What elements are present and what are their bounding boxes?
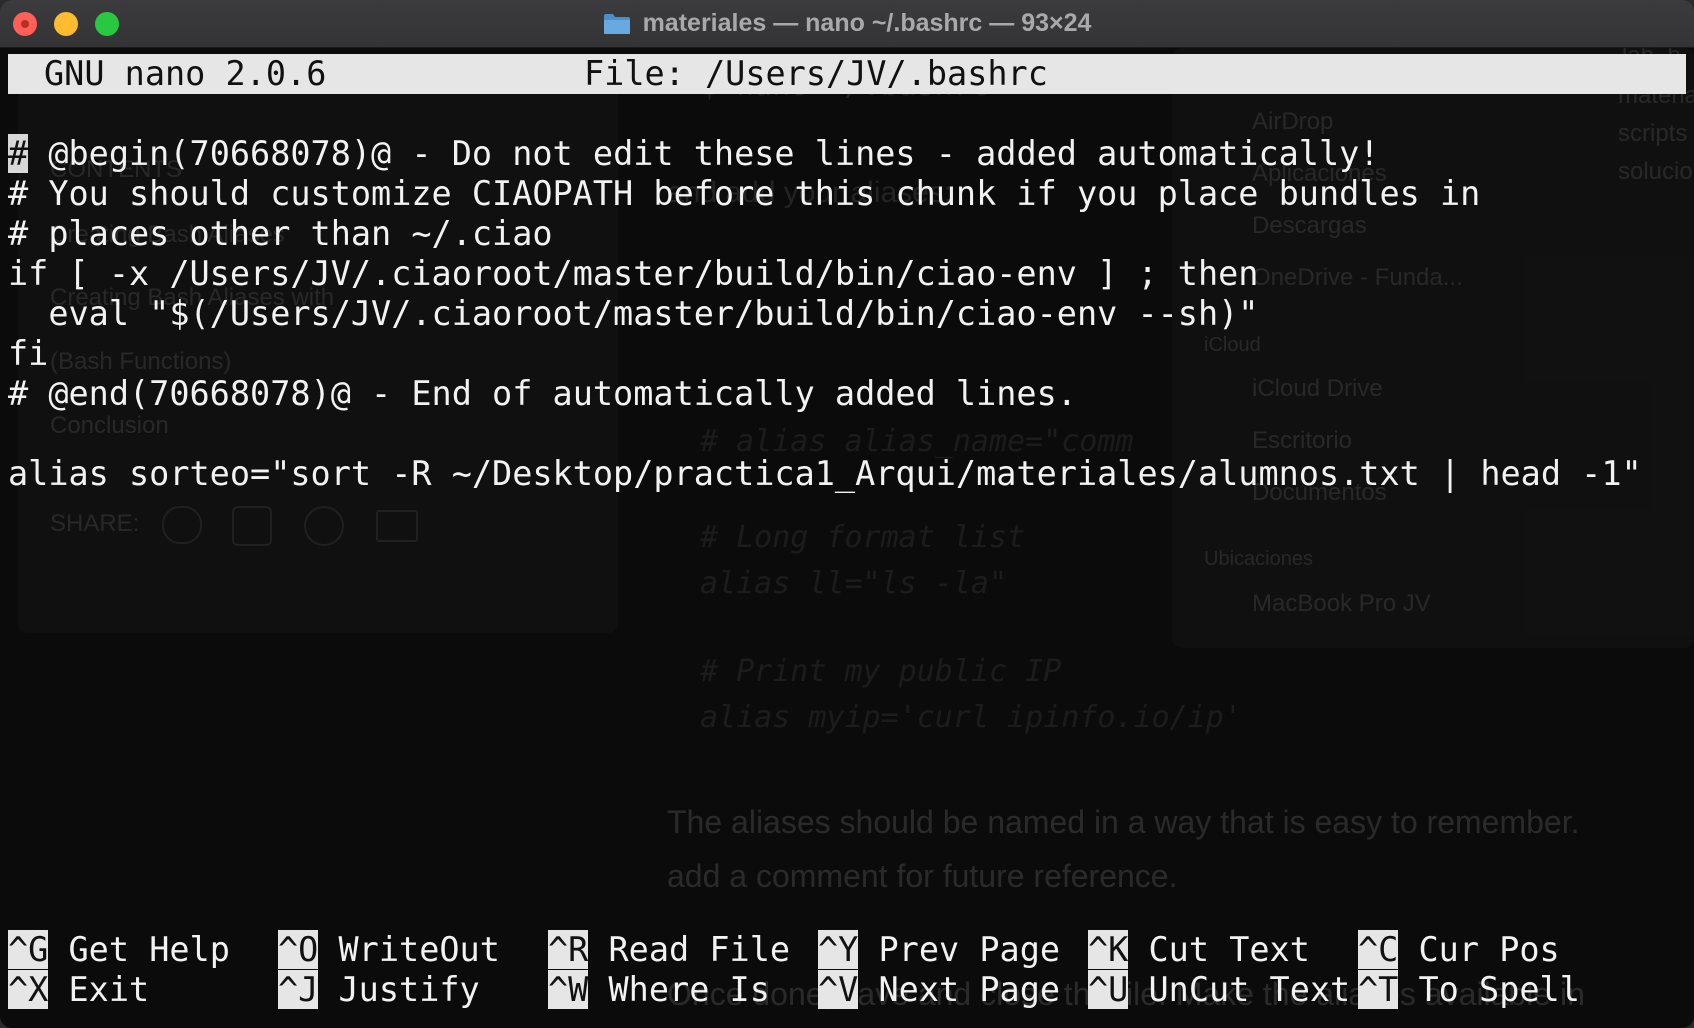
nano-version: GNU nano 2.0.6 [44,54,327,93]
shortcut-key: ^K [1088,930,1129,969]
shortcut-justify[interactable]: ^J Justify [278,970,480,1010]
shortcut-label: UnCut Text [1148,970,1351,1009]
shortcut-exit[interactable]: ^X Exit [8,970,149,1010]
shortcut-label: Exit [68,970,150,1009]
terminal-window: $ nano ~/.bashrc and add your aliases: C… [0,0,1694,1028]
shortcut-prev-page[interactable]: ^Y Prev Page [818,930,1060,970]
shortcut-key: ^J [278,970,319,1009]
nano-editor[interactable]: GNU nano 2.0.6 File: /Users/JV/.bashrc #… [8,48,1694,1028]
nano-filename: File: /Users/JV/.bashrc [584,54,1048,93]
shortcut-label: Prev Page [878,930,1061,969]
title-bar[interactable]: materiales — nano ~/.bashrc — 93×24 [0,0,1694,48]
shortcut-cur-pos[interactable]: ^C Cur Pos [1358,930,1560,970]
shortcut-label: Cur Pos [1418,930,1560,969]
shortcut-where-is[interactable]: ^W Where Is [548,970,770,1010]
shortcut-key: ^T [1358,970,1399,1009]
shortcut-label: WriteOut [338,930,500,969]
editor-line[interactable]: eval "$(/Users/JV/.ciaoroot/master/build… [8,294,1258,334]
shortcut-key: ^C [1358,930,1399,969]
text-cursor: # [8,134,29,173]
window-title: materiales — nano ~/.bashrc — 93×24 [642,9,1092,37]
shortcut-key: ^O [278,930,319,969]
editor-line-text: @begin(70668078)@ - Do not edit these li… [28,134,1380,173]
editor-line[interactable]: # @end(70668078)@ - End of automatically… [8,374,1077,414]
shortcut-key: ^X [8,970,49,1009]
editor-line[interactable]: alias sorteo="sort -R ~/Desktop/practica… [8,454,1642,494]
editor-line[interactable]: # places other than ~/.ciao [8,214,553,254]
folder-icon [603,13,631,35]
shortcut-cut-text[interactable]: ^K Cut Text [1088,930,1310,970]
shortcut-to-spell[interactable]: ^T To Spell [1358,970,1580,1010]
shortcut-label: Justify [338,970,480,1009]
shortcut-writeout[interactable]: ^O WriteOut [278,930,500,970]
shortcut-key: ^Y [818,930,859,969]
shortcut-label: Where Is [608,970,770,1009]
editor-line[interactable]: fi [8,334,48,374]
shortcut-label: Read File [608,930,791,969]
shortcut-label: Cut Text [1148,930,1310,969]
editor-line[interactable]: # You should customize CIAOPATH before t… [8,174,1480,214]
nano-shortcut-bar: ^G Get Help ^X Exit ^O WriteOut ^J Justi… [8,930,1694,1010]
shortcut-key: ^W [548,970,589,1009]
shortcut-key: ^V [818,970,859,1009]
shortcut-key: ^R [548,930,589,969]
shortcut-key: ^U [1088,970,1129,1009]
shortcut-next-page[interactable]: ^V Next Page [818,970,1060,1010]
editor-line[interactable]: if [ -x /Users/JV/.ciaoroot/master/build… [8,254,1258,294]
shortcut-key: ^G [8,930,49,969]
shortcut-label: To Spell [1418,970,1580,1009]
shortcut-get-help[interactable]: ^G Get Help [8,930,230,970]
editor-line[interactable]: # @begin(70668078)@ - Do not edit these … [8,134,1379,174]
nano-header-bar: GNU nano 2.0.6 File: /Users/JV/.bashrc [8,54,1686,94]
shortcut-label: Get Help [68,930,230,969]
shortcut-label: Next Page [878,970,1061,1009]
shortcut-uncut-text[interactable]: ^U UnCut Text [1088,970,1350,1010]
shortcut-read-file[interactable]: ^R Read File [548,930,790,970]
